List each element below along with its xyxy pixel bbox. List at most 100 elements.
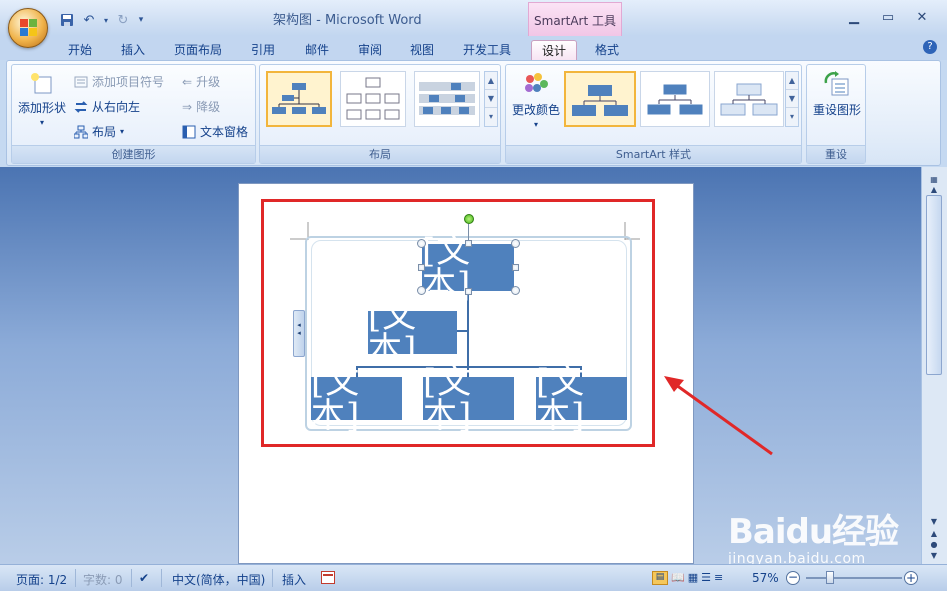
divider <box>131 569 132 587</box>
outline-view-icon[interactable]: ☰ <box>701 571 711 585</box>
layout-gallery-scroll[interactable]: ▲ ▼ ▾ <box>484 71 498 127</box>
group-create-graphic: 添加形状 ▾ 添加项目符号 从右向左 布局 ▾ ⇐ 升级 ⇒ 降级 文本窗格 创… <box>11 64 256 164</box>
tab-view[interactable]: 视图 <box>402 40 442 60</box>
text-pane-button[interactable]: 文本窗格 <box>182 123 248 140</box>
style-gallery-item[interactable] <box>564 71 636 127</box>
save-icon[interactable] <box>58 11 76 29</box>
group-layouts: ▲ ▼ ▾ 布局 <box>259 64 501 164</box>
hierarchy-icon <box>73 125 89 139</box>
draft-view-icon[interactable]: ≡ <box>714 571 723 585</box>
redo-icon[interactable]: ↻ <box>114 11 132 29</box>
group-label-layouts: 布局 <box>260 145 500 163</box>
group-label-reset: 重设 <box>807 145 865 163</box>
ribbon: 添加形状 ▾ 添加项目符号 从右向左 布局 ▾ ⇐ 升级 ⇒ 降级 文本窗格 创… <box>6 60 941 166</box>
zoom-level[interactable]: 57% <box>752 571 779 585</box>
full-screen-reading-icon[interactable]: 📖 <box>671 571 685 585</box>
layout-dropdown-button[interactable]: 布局 ▾ <box>73 123 125 140</box>
table-hierarchy-thumbnail-icon <box>419 82 475 115</box>
annotation-arrow <box>664 376 773 456</box>
tab-developer[interactable]: 开发工具 <box>456 40 518 60</box>
group-smartart-styles: 更改颜色 ▾ ▲ ▼ ▾ SmartArt 样式 <box>505 64 802 164</box>
zoom-out-icon[interactable]: − <box>786 571 800 585</box>
demote-button[interactable]: ⇒ 降级 <box>182 98 220 115</box>
office-logo-icon <box>20 19 38 37</box>
layout-gallery-item[interactable] <box>340 71 406 127</box>
help-icon[interactable]: ? <box>923 40 937 54</box>
baidu-watermark: Baidu经验 jingyan.baidu.com <box>728 504 899 567</box>
add-bullet-button[interactable]: 添加项目符号 <box>74 73 164 90</box>
tab-design[interactable]: 设计 <box>531 40 577 60</box>
zoom-slider-thumb[interactable] <box>826 571 834 584</box>
divider <box>161 569 162 587</box>
minimize-icon[interactable]: ▁ <box>837 6 871 28</box>
tab-references[interactable]: 引用 <box>243 40 283 60</box>
tab-format[interactable]: 格式 <box>585 40 629 60</box>
macro-record-icon[interactable] <box>321 571 335 587</box>
office-button[interactable] <box>8 8 48 48</box>
swap-arrows-icon <box>74 100 88 114</box>
tab-insert[interactable]: 插入 <box>113 40 153 60</box>
gallery-more-icon[interactable]: ▾ <box>485 108 497 126</box>
vertical-scrollbar[interactable]: ▦ ▲ ▼ ▲ ● ▼ <box>921 167 947 564</box>
zoom-in-icon[interactable]: + <box>904 571 918 585</box>
group-label-smartart-styles: SmartArt 样式 <box>506 145 801 163</box>
watermark-brand: Baidu经验 <box>728 512 899 552</box>
divider <box>75 569 76 587</box>
ribbon-tabs: 开始 插入 页面布局 引用 邮件 审阅 视图 开发工具 设计 格式 <box>0 36 947 60</box>
tab-home[interactable]: 开始 <box>60 40 100 60</box>
zoom-slider[interactable] <box>806 577 902 579</box>
org-chart-thumbnail-icon <box>272 83 326 114</box>
demote-arrow-icon: ⇒ <box>182 99 193 114</box>
scroll-up-icon[interactable]: ▲ <box>485 72 497 90</box>
language-indicator[interactable]: 中文(简体，中国) <box>172 571 265 588</box>
subtle-style-thumbnail-icon <box>646 83 704 116</box>
tab-mailings[interactable]: 邮件 <box>297 40 337 60</box>
window-controls: ▁ ▭ ✕ <box>837 6 939 28</box>
title-bar: ↶ ▾ ↻ ▾ 架构图 - Microsoft Word SmartArt 工具… <box>0 0 947 36</box>
layout-gallery-item[interactable] <box>266 71 332 127</box>
proofing-icon[interactable]: ✔ <box>139 571 149 585</box>
print-layout-view-icon[interactable]: ▤ <box>652 571 668 585</box>
undo-dropdown-icon[interactable]: ▾ <box>102 11 110 29</box>
add-shape-icon <box>31 73 52 94</box>
style-gallery-item[interactable] <box>714 71 784 127</box>
customize-qat-icon[interactable]: ▾ <box>136 11 146 29</box>
web-layout-icon[interactable]: ▦ <box>688 571 698 585</box>
tab-review[interactable]: 审阅 <box>350 40 390 60</box>
style-gallery-scroll[interactable]: ▲ ▼ ▾ <box>785 71 799 127</box>
chevron-down-icon: ▾ <box>533 120 538 129</box>
scroll-down-icon[interactable]: ▼ <box>485 90 497 108</box>
divider <box>272 569 273 587</box>
undo-icon[interactable]: ↶ <box>80 11 98 29</box>
context-tab-smartart-tools: SmartArt 工具 <box>528 2 622 36</box>
insert-mode[interactable]: 插入 <box>282 571 306 588</box>
layout-gallery-item[interactable] <box>414 71 480 127</box>
tab-page-layout[interactable]: 页面布局 <box>168 40 228 60</box>
scrollbar-thumb[interactable] <box>926 195 942 375</box>
gallery-more-icon[interactable]: ▾ <box>786 108 798 126</box>
view-buttons: ▤ 📖 ▦ ☰ ≡ <box>652 571 723 585</box>
style-gallery-item[interactable] <box>640 71 710 127</box>
reset-graphic-button[interactable]: 重设图形 <box>811 71 863 118</box>
chevron-down-icon: ▾ <box>120 127 125 136</box>
status-bar: 页面: 1/2 字数: 0 ✔ 中文(简体，中国) 插入 ▤ 📖 ▦ ☰ ≡ 5… <box>0 564 947 591</box>
promote-arrow-icon: ⇐ <box>182 74 193 89</box>
right-to-left-button[interactable]: 从右向左 <box>74 98 140 115</box>
next-page-icon[interactable]: ▼ <box>926 551 942 565</box>
flat-style-thumbnail-icon <box>572 85 628 116</box>
add-shape-button[interactable]: 添加形状 ▾ <box>16 71 68 127</box>
promote-button[interactable]: ⇐ 升级 <box>182 73 220 90</box>
word-count[interactable]: 字数: 0 <box>83 571 123 588</box>
scroll-down-icon[interactable]: ▼ <box>786 90 798 108</box>
group-label-create-graphic: 创建图形 <box>12 145 255 163</box>
window-title: 架构图 - Microsoft Word <box>273 13 422 28</box>
change-colors-button[interactable]: 更改颜色 ▾ <box>510 71 562 129</box>
chevron-down-icon: ▾ <box>39 118 44 127</box>
light-style-thumbnail-icon <box>720 83 778 116</box>
close-icon[interactable]: ✕ <box>905 6 939 28</box>
scroll-up-icon[interactable]: ▲ <box>786 72 798 90</box>
quick-access-toolbar: ↶ ▾ ↻ ▾ <box>58 10 146 30</box>
page-indicator[interactable]: 页面: 1/2 <box>16 571 67 588</box>
reset-graphic-icon <box>824 71 849 96</box>
maximize-icon[interactable]: ▭ <box>871 6 905 28</box>
